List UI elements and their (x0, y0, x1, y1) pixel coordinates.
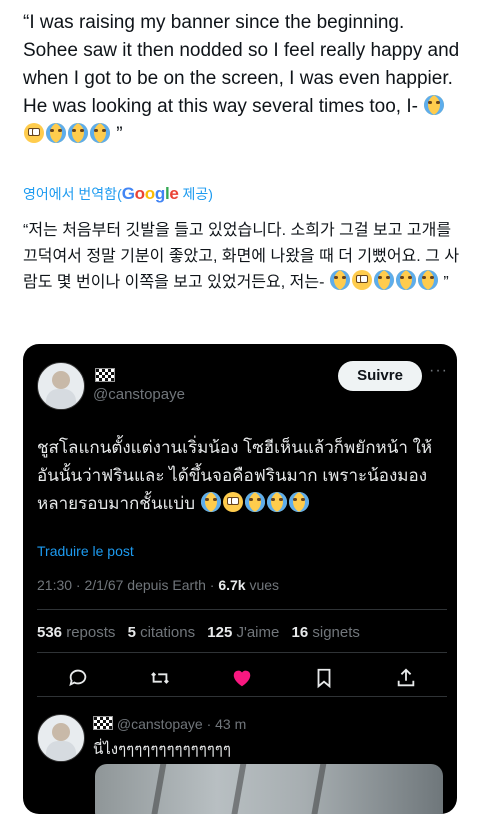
checkered-flag-icon (95, 368, 115, 382)
loudly-crying-face-icon (200, 492, 221, 512)
reply-media-image[interactable] (95, 764, 443, 814)
reply-icon[interactable] (66, 666, 90, 690)
repost-icon[interactable] (148, 666, 172, 690)
pleading-face-icon (24, 123, 44, 143)
post-timestamp: 21:30 · 2/1/67 depuis Earth · (37, 577, 219, 593)
loudly-crying-face-icon (244, 492, 265, 512)
citations-stat[interactable]: 5 citations (128, 624, 196, 641)
divider (37, 652, 447, 653)
google-logo: Google (121, 184, 179, 203)
views-count: 6.7k (218, 577, 246, 593)
divider (37, 696, 447, 697)
bookmark-icon[interactable] (312, 666, 336, 690)
post-meta: 21:30 · 2/1/67 depuis Earth · 6.7k vues (37, 577, 279, 593)
loudly-crying-face-icon (395, 270, 416, 290)
pleading-face-icon (222, 492, 243, 512)
post-actions (37, 666, 447, 690)
reply-author[interactable]: @canstopaye · 43 m (93, 716, 246, 732)
author-handle[interactable]: @canstopaye (93, 386, 185, 403)
tweet-text-en-end: ” (116, 124, 123, 145)
tweet-text-ko-end: ” (443, 274, 449, 291)
loudly-crying-face-icon (373, 270, 394, 290)
post-stats: 536 reposts 5 citations 125 J'aime 16 si… (37, 624, 368, 641)
loudly-crying-face-icon (46, 123, 66, 143)
loudly-crying-face-icon (417, 270, 438, 290)
checkered-flag-icon (93, 716, 113, 730)
reposts-stat[interactable]: 536 reposts (37, 624, 115, 641)
translate-post-link[interactable]: Traduire le post (37, 543, 134, 559)
reply-handle-text: @canstopaye · 43 m (116, 716, 247, 732)
tweet-text-english: “I was raising my banner since the begin… (23, 9, 463, 149)
views-label: vues (245, 577, 280, 593)
divider (37, 609, 447, 610)
reply-text: นี่ไงๆๆๆๆๆๆๆๆๆๆๆๆๆๆ (93, 741, 231, 758)
likes-stat[interactable]: 125 J'aime (207, 624, 279, 641)
loudly-crying-face-icon (424, 95, 445, 115)
loudly-crying-face-icon (68, 123, 88, 143)
bookmarks-stat[interactable]: 16 signets (292, 624, 360, 641)
translated-from-label: 영어에서 번역함 (23, 186, 118, 202)
avatar[interactable] (37, 362, 85, 410)
reply-avatar[interactable] (37, 714, 85, 762)
loudly-crying-face-icon (266, 492, 287, 512)
translated-by-suffix: 제공) (182, 186, 213, 202)
like-heart-icon[interactable] (230, 666, 254, 690)
follow-button[interactable]: Suivre (338, 361, 422, 391)
more-options-icon[interactable]: ··· (429, 362, 448, 380)
tweet-text-korean: “저는 처음부터 깃발을 들고 있었습니다. 소희가 그걸 보고 고개를 끄덕여… (23, 218, 463, 296)
pleading-face-icon (351, 270, 372, 290)
loudly-crying-face-icon (90, 123, 110, 143)
embedded-post-card[interactable]: @canstopaye Suivre ··· ชูสโลแกนตั้งแต่งา… (23, 344, 457, 814)
translated-by-google[interactable]: 영어에서 번역함(Google 제공) (23, 184, 213, 204)
loudly-crying-face-icon (329, 270, 350, 290)
share-icon[interactable] (394, 666, 418, 690)
tweet-text-en: “I was raising my banner since the begin… (23, 12, 460, 117)
loudly-crying-face-icon (288, 492, 309, 512)
post-text-thai: ชูสโลแกนตั้งแต่งานเริ่มน้อง โซฮีเห็นแล้ว… (37, 434, 447, 518)
